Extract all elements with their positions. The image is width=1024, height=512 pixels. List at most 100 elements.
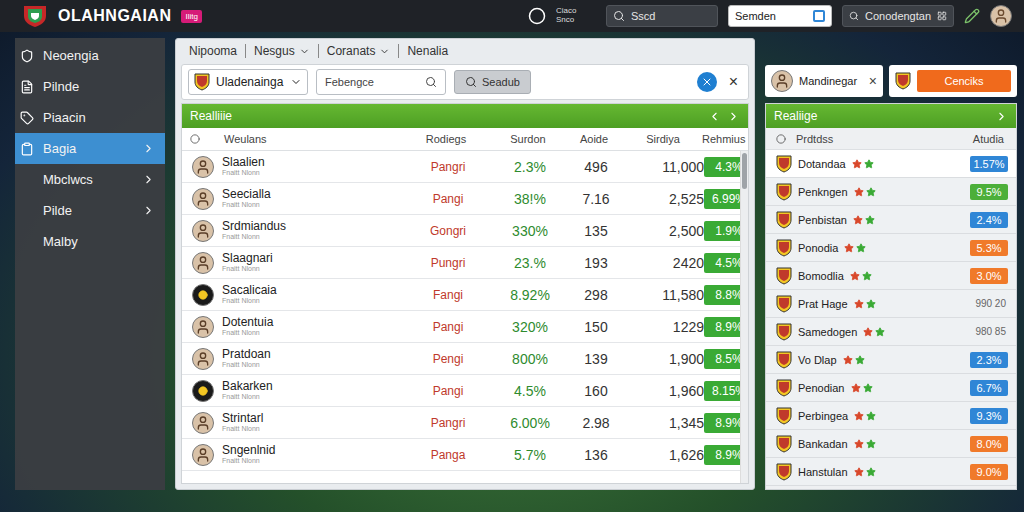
chip-close[interactable]: × (869, 73, 877, 89)
value-badge: 8.0% (970, 436, 1008, 452)
player-avatar-icon (192, 348, 214, 370)
breadcrumb: NipoomaNesgusCoranatsNenalia (181, 41, 749, 61)
orange-button[interactable]: Cenciks (917, 70, 1011, 92)
sidebar-item[interactable]: Piaacin (15, 102, 165, 133)
star-icon (866, 187, 876, 197)
column-header: PrdtdssAtudia (766, 128, 1016, 150)
star-icon (854, 439, 864, 449)
player-avatar-icon (192, 444, 214, 466)
chevron-right-icon (142, 173, 155, 186)
breadcrumb-item[interactable]: Nenalia (398, 44, 456, 58)
table-row[interactable]: SngenlnidFnaitt NlonnPanga5.7%1361,6268.… (182, 439, 740, 471)
table-row[interactable]: SlaagnariFnaitt NlonnPungri23.%19324204.… (182, 247, 740, 279)
table-row[interactable]: DotentuiaFnaitt NlonnPangi320%15012298.9… (182, 311, 740, 343)
star-icon (865, 215, 875, 225)
team-crest-icon (776, 407, 792, 425)
team-row[interactable]: Hanstulan9.0% (766, 458, 1016, 486)
team-crest-icon (776, 295, 792, 313)
team-row[interactable]: Penodian6.7% (766, 374, 1016, 402)
team-row[interactable]: Penbistan2.4% (766, 206, 1016, 234)
star-icon (863, 383, 873, 393)
team-row[interactable]: Prat Hage990 20 (766, 290, 1016, 318)
search-field[interactable]: Febengce (316, 69, 446, 95)
star-icon (854, 411, 864, 421)
top-search-field[interactable]: Semden (728, 5, 832, 27)
team-crest-icon (776, 379, 792, 397)
prev-icon[interactable] (708, 110, 721, 123)
x-icon (701, 76, 713, 88)
select-all-icon[interactable] (776, 134, 786, 144)
table-row[interactable]: SeeciallaFnaitt NlonnPangi38!%7.162,5256… (182, 183, 740, 215)
column-label[interactable]: Surdon (492, 133, 564, 145)
value-text: 990 20 (975, 298, 1008, 309)
breadcrumb-item[interactable]: Coranats (318, 44, 399, 58)
top-search-field[interactable]: Sscd (606, 5, 718, 27)
sidebar-item[interactable]: Pilnde (15, 71, 165, 102)
team-crest-icon (194, 73, 210, 91)
value-text: 980 85 (975, 326, 1008, 337)
edit-icon[interactable] (964, 8, 980, 24)
column-label[interactable]: Weulans (190, 133, 400, 145)
sidebar-item[interactable]: Malby (15, 226, 165, 257)
table-row[interactable]: BakarkenFnaitt NlonnPangi4.5%1601,9608.1… (182, 375, 740, 407)
value-badge: 2.4% (970, 212, 1008, 228)
next-icon[interactable] (995, 110, 1008, 123)
value-badge: 6.7% (970, 380, 1008, 396)
column-label[interactable]: Rodiegs (400, 133, 492, 145)
team-row[interactable]: Samedogen980 85 (766, 318, 1016, 346)
team-crest-icon (776, 351, 792, 369)
team-crest-icon (776, 155, 792, 173)
sidebar-item[interactable]: Pilde (15, 195, 165, 226)
star-icon (862, 271, 872, 281)
table-header: Realliiie (182, 104, 748, 128)
value-badge: 3.0% (970, 268, 1008, 284)
value-badge: 2.3% (970, 352, 1008, 368)
value-badge: 9.3% (970, 408, 1008, 424)
breadcrumb-item[interactable]: Nesgus (245, 44, 318, 58)
team-row[interactable]: Perbingea9.3% (766, 402, 1016, 430)
table-row[interactable]: SrdmiandusFnaitt NlonnGongri330%1352,500… (182, 215, 740, 247)
table-row[interactable]: StrintarlFnaitt NlonnPangri6.00%2.981,34… (182, 407, 740, 439)
star-icon (852, 159, 862, 169)
manager-chip[interactable]: Mandinegar× (765, 65, 883, 97)
table-row[interactable]: SacalicaiaFnaitt NlonnFangi8.92%29811,58… (182, 279, 740, 311)
chevron-down-icon (299, 46, 310, 57)
column-label[interactable]: Sirdiya (624, 133, 702, 145)
star-icon (844, 243, 854, 253)
star-icon (856, 243, 866, 253)
star-icon (854, 299, 864, 309)
search-icon (849, 10, 859, 22)
team-row[interactable]: Bankadan8.0% (766, 430, 1016, 458)
sidebar-item[interactable]: Mbclwcs (15, 164, 165, 195)
column-label[interactable]: Aoide (564, 133, 624, 145)
player-avatar-icon (192, 252, 214, 274)
table-row[interactable]: SlaalienFnaitt NlonnPangri2.3%49611,0004… (182, 151, 740, 183)
sidebar-item[interactable]: Neoengia (15, 40, 165, 71)
select-all-icon[interactable] (190, 134, 200, 144)
search-button[interactable]: Seadub (454, 70, 531, 94)
user-avatar-icon[interactable] (990, 5, 1012, 27)
team-row[interactable]: Vo Dlap2.3% (766, 346, 1016, 374)
team-dropdown[interactable]: Uladenainga (188, 69, 308, 95)
team-row[interactable]: Penkngen9.5% (766, 178, 1016, 206)
breadcrumb-item[interactable]: Nipooma (181, 44, 245, 58)
table-row[interactable]: PratdoanFnaitt NlonnPengi800%1391,9008.5… (182, 343, 740, 375)
scrollbar[interactable] (740, 151, 748, 483)
team-row[interactable]: Ponodia5.3% (766, 234, 1016, 262)
sidebar-item[interactable]: Bagia (15, 133, 165, 164)
manager-avatar-icon (771, 70, 793, 92)
grid-icon[interactable] (937, 10, 947, 22)
team-row[interactable]: Dotandaa1.57% (766, 150, 1016, 178)
center-icon[interactable] (528, 7, 546, 25)
team-row[interactable]: Bomodlia3.0% (766, 262, 1016, 290)
close-button[interactable]: × (725, 73, 742, 91)
app-title: OLAHNGAIAN (58, 7, 171, 25)
main-panel: NipoomaNesgusCoranatsNenalia Uladenainga F… (175, 38, 755, 490)
menu-icon (20, 49, 34, 63)
next-icon[interactable] (727, 110, 740, 123)
column-header: WeulansRodiegsSurdonAoideSirdiyaRehmius (182, 128, 748, 151)
top-search-field[interactable]: Conodengtan (842, 5, 954, 27)
clear-button[interactable] (697, 72, 717, 92)
value-badge: 9.0% (970, 464, 1008, 480)
column-label[interactable]: Rehmius (702, 133, 745, 145)
